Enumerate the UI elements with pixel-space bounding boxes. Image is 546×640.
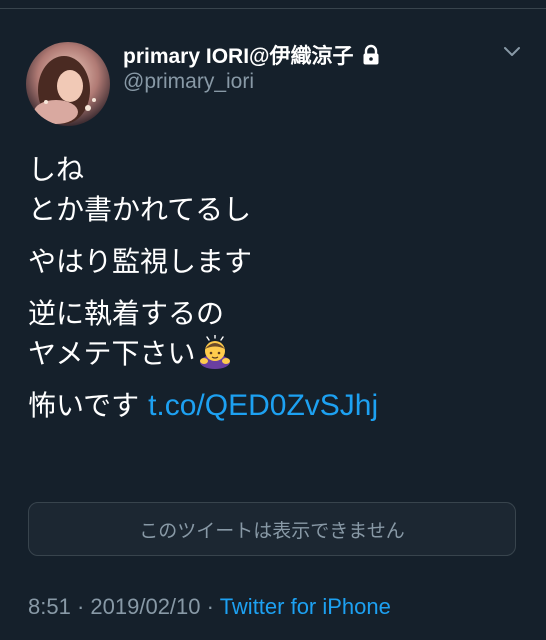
text-line: 怖いです	[28, 389, 140, 422]
bowing-person-icon	[197, 334, 233, 369]
text-line: しね	[28, 153, 85, 186]
paragraph-4: 怖いです t.co/QED0ZvSJhj	[28, 386, 528, 426]
text-line: やはり監視します	[28, 245, 253, 278]
quoted-tweet-unavailable: このツイートは表示できません	[28, 502, 516, 556]
meta-separator: ·	[206, 594, 214, 619]
paragraph-1: しね とか書かれてるし	[28, 150, 528, 230]
avatar[interactable]	[26, 42, 110, 126]
top-divider	[0, 8, 546, 9]
tweet-date[interactable]: 2019/02/10	[90, 594, 200, 619]
text-line: ヤメテ下さい	[28, 337, 196, 370]
unavailable-message: このツイートは表示できません	[139, 519, 405, 542]
tweet-link[interactable]: t.co/QED0ZvSJhj	[148, 389, 378, 422]
chevron-down-icon[interactable]	[502, 44, 522, 60]
tweet-meta: 8:51 · 2019/02/10 · Twitter for iPhone	[28, 594, 391, 620]
tweet-time[interactable]: 8:51	[28, 594, 71, 619]
text-line: とか書かれてるし	[28, 193, 252, 226]
text-line: 逆に執着するの	[28, 297, 225, 330]
meta-separator: ·	[76, 594, 85, 619]
text-line-with-emoji: ヤメテ下さい	[28, 334, 528, 374]
paragraph-2: やはり監視します	[28, 242, 528, 282]
tweet-text: しね とか書かれてるし やはり監視します 逆に執着するの ヤメテ下さい 怖いです…	[28, 150, 528, 438]
paragraph-3: 逆に執着するの ヤメテ下さい	[28, 294, 528, 374]
author-display-name[interactable]: primary IORI@伊織涼子	[123, 40, 354, 70]
author-handle[interactable]: @primary_iori	[123, 70, 254, 94]
author-name-row[interactable]: primary IORI@伊織涼子	[123, 40, 380, 70]
tweet-source-link[interactable]: Twitter for iPhone	[220, 594, 391, 619]
lock-icon	[362, 44, 380, 66]
